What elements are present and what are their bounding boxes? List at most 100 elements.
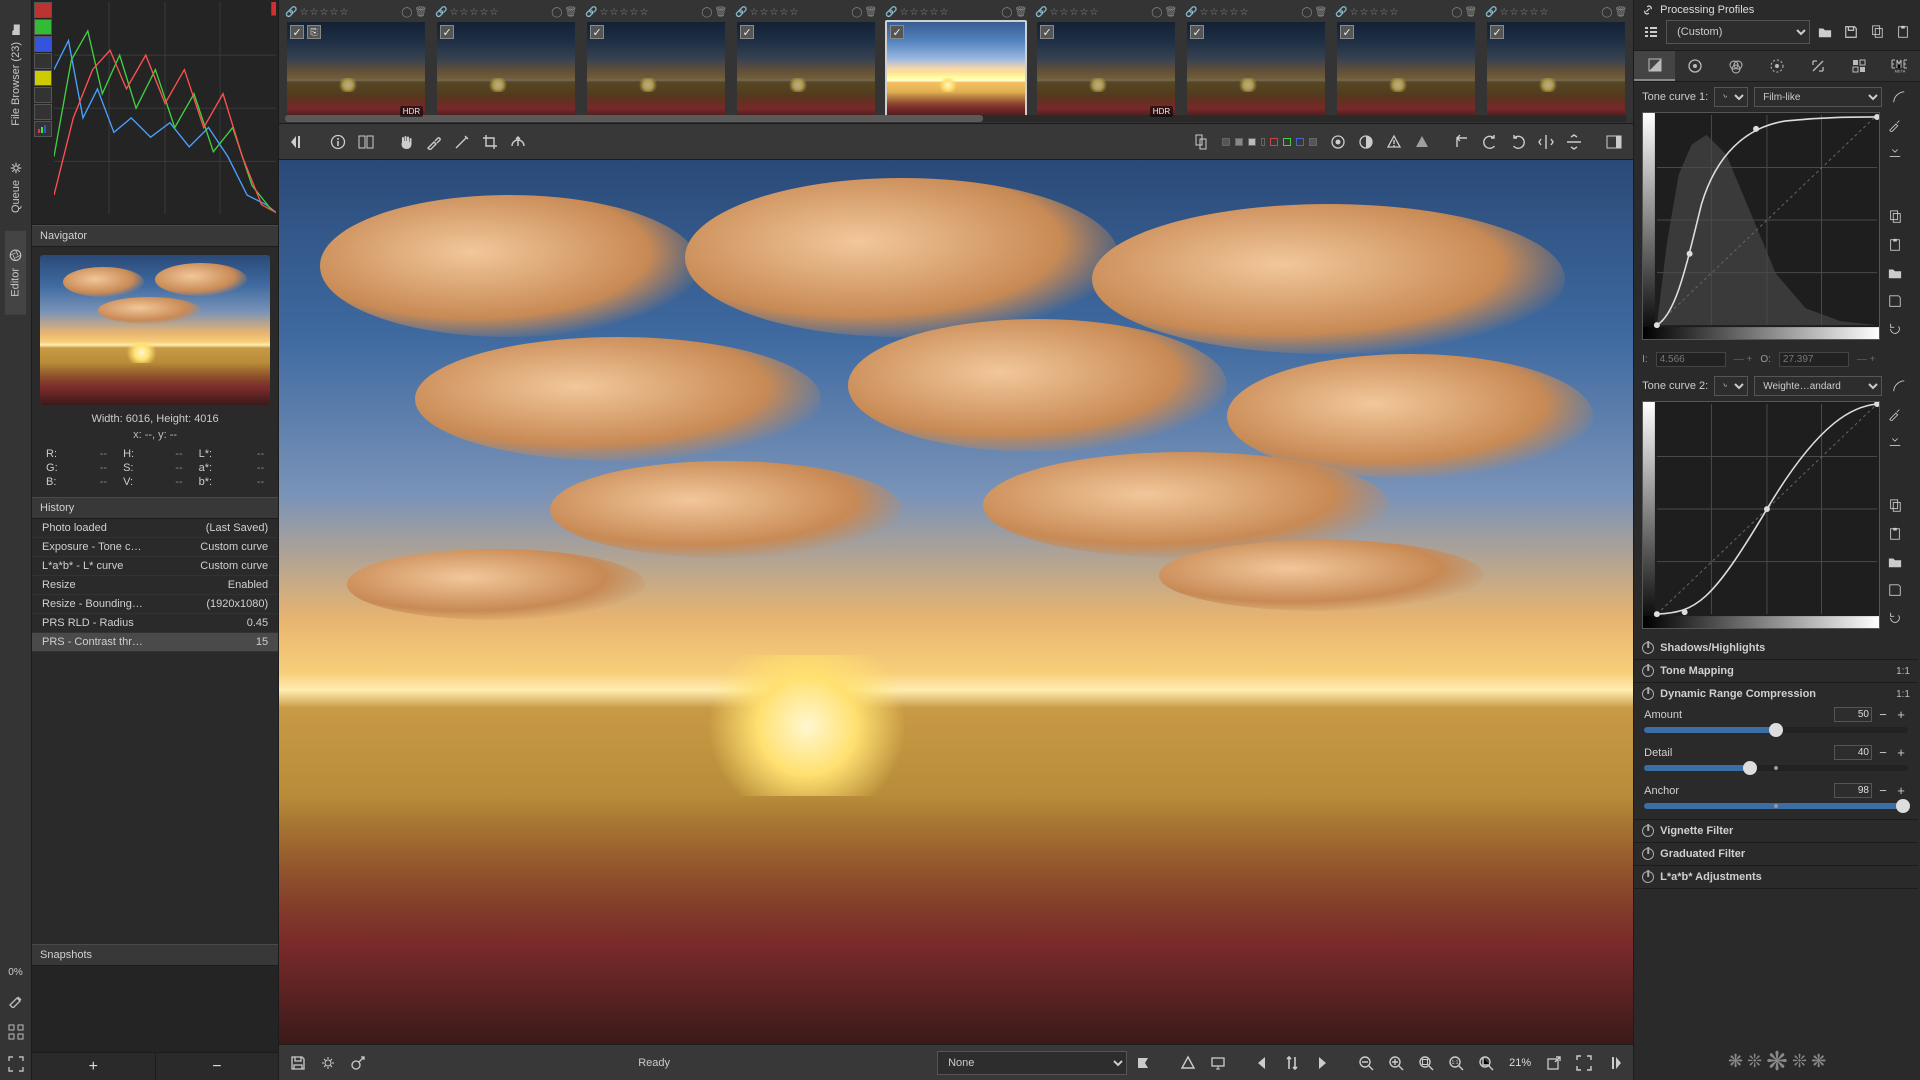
drc-detail-plus[interactable]: + [1894,746,1908,760]
fullscreen-preview-icon[interactable] [1571,1050,1597,1076]
hist-raw-toggle[interactable] [34,87,52,103]
pp-save-icon[interactable] [1840,21,1862,43]
history-row[interactable]: Exposure - Tone c…Custom curve [32,538,278,557]
curve1-paste-icon[interactable] [1884,234,1906,256]
drc-detail-value[interactable] [1834,745,1872,760]
io-o-value[interactable] [1779,352,1849,367]
flip-v-icon[interactable] [1561,129,1587,155]
thumb-checkbox[interactable] [1340,25,1354,39]
tool-tab-transform[interactable] [1798,51,1839,81]
tone-curve-2-mode[interactable]: Weighte…andard [1754,376,1882,396]
zoom-fit-icon[interactable] [1413,1050,1439,1076]
curve2-load-icon[interactable] [1884,551,1906,573]
thumb-checkbox[interactable] [740,25,754,39]
new-detail-window-icon[interactable] [1541,1050,1567,1076]
tab-queue[interactable]: Queue [6,144,26,231]
picker-icon[interactable] [421,129,447,155]
section-shadows-highlights[interactable]: Shadows/Highlights [1634,637,1918,659]
pp-load-icon[interactable] [1814,21,1836,43]
tool-tab-meta[interactable]: META [1879,51,1920,81]
tab-file-browser[interactable]: File Browser (23) [6,6,26,144]
filmstrip-thumb[interactable]: 🔗☆☆☆☆☆◯🗑 [1185,4,1327,121]
edit-path-icon[interactable] [4,988,28,1012]
curve1-edit-point-icon[interactable] [1884,142,1906,164]
crop-icon[interactable] [477,129,503,155]
hist-red-toggle[interactable] [34,2,52,18]
hist-green-toggle[interactable] [34,19,52,35]
drc-detail-minus[interactable]: − [1876,746,1890,760]
curve1-reset-icon[interactable] [1884,318,1906,340]
pp-mode-icon[interactable] [1640,21,1662,43]
section-graduated-filter[interactable]: Graduated Filter [1634,843,1918,865]
tool-tab-raw[interactable] [1838,51,1879,81]
curve2-paste-icon[interactable] [1884,523,1906,545]
filmstrip-thumb[interactable]: 🔗☆☆☆☆☆◯🗑 [435,4,577,121]
curve1-load-icon[interactable] [1884,262,1906,284]
link-icon[interactable] [1642,4,1654,16]
history-row[interactable]: Resize - Bounding…(1920x1080) [32,595,278,614]
queue-add-icon[interactable] [315,1050,341,1076]
thumb-checkbox[interactable] [1490,25,1504,39]
warning-sharp-icon[interactable] [1381,129,1407,155]
tone-curve-1-type[interactable]: 〰 [1714,87,1748,107]
curve2-copy-icon[interactable] [1884,495,1906,517]
rotate-90-cw-icon[interactable] [1505,129,1531,155]
zoom-out-icon[interactable] [1353,1050,1379,1076]
filmstrip-thumb[interactable]: 🔗☆☆☆☆☆◯🗑 [585,4,727,121]
section-tone-mapping[interactable]: Tone Mapping1:1 [1634,660,1918,682]
section-lab-adjustments[interactable]: L*a*b* Adjustments [1634,866,1918,888]
pp-paste-icon[interactable] [1892,21,1914,43]
filmstrip-thumb[interactable]: 🔗☆☆☆☆☆◯🗑HDR [1035,4,1177,121]
pp-copy-icon[interactable] [1866,21,1888,43]
thumb-checkbox[interactable] [890,25,904,39]
filmstrip-thumb[interactable]: 🔗☆☆☆☆☆◯🗑 [1485,4,1627,121]
wb-picker-icon[interactable] [449,129,475,155]
zoom-crop-icon[interactable] [1473,1050,1499,1076]
drc-amount-plus[interactable]: + [1894,708,1908,722]
tone-curve-1-auto-icon[interactable] [1888,86,1910,108]
prev-image-icon[interactable] [1249,1050,1275,1076]
save-icon[interactable] [285,1050,311,1076]
curve1-copy-icon[interactable] [1884,206,1906,228]
tone-curve-2-auto-icon[interactable] [1888,375,1910,397]
filmstrip-thumb[interactable]: 🔗☆☆☆☆☆◯🗑 [885,4,1027,121]
monitor-profile-icon[interactable] [1205,1050,1231,1076]
hand-tool-icon[interactable] [393,129,419,155]
navigator-thumbnail[interactable] [40,255,270,405]
zoom-100-icon[interactable]: 1:1 [1443,1050,1469,1076]
hist-mode-toggle[interactable] [34,104,52,120]
info-icon[interactable] [325,129,351,155]
curve2-save-icon[interactable] [1884,579,1906,601]
tool-tab-exposure[interactable] [1634,51,1675,81]
history-row[interactable]: PRS - Contrast thr…15 [32,633,278,652]
tone-curve-1-editor[interactable] [1642,112,1880,340]
snapshot-remove-button[interactable]: − [156,1053,279,1080]
drc-anchor-minus[interactable]: − [1876,784,1890,798]
render-intent-select[interactable]: None [937,1051,1127,1075]
filmstrip-thumb[interactable]: 🔗☆☆☆☆☆◯🗑 [1335,4,1477,121]
toggle-right-panel-icon[interactable] [1601,129,1627,155]
hist-bar-toggle[interactable] [34,121,52,137]
toggle-right-panel2-icon[interactable] [1601,1050,1627,1076]
tool-tab-advanced[interactable] [1757,51,1798,81]
curve1-save-icon[interactable] [1884,290,1906,312]
snapshot-add-button[interactable]: + [32,1053,156,1080]
section-vignette-filter[interactable]: Vignette Filter [1634,820,1918,842]
fullscreen-icon[interactable] [4,1052,28,1076]
history-row[interactable]: ResizeEnabled [32,576,278,595]
drc-anchor-slider[interactable] [1644,803,1908,809]
flip-h-icon[interactable] [1533,129,1559,155]
hist-luma-toggle[interactable] [34,53,52,69]
hist-chroma-toggle[interactable] [34,70,52,86]
tone-curve-2-editor[interactable] [1642,401,1880,629]
warning-focus-icon[interactable] [1409,129,1435,155]
drc-amount-value[interactable] [1834,707,1872,722]
next-image-icon[interactable] [1309,1050,1335,1076]
history-row[interactable]: Photo loaded(Last Saved) [32,519,278,538]
dual-monitor-icon[interactable] [1188,129,1214,155]
history-row[interactable]: PRS RLD - Radius0.45 [32,614,278,633]
drc-anchor-plus[interactable]: + [1894,784,1908,798]
thumb-checkbox[interactable] [590,25,604,39]
tone-curve-2-type[interactable]: 〰 [1714,376,1748,396]
curve2-pipette-icon[interactable] [1884,403,1906,425]
